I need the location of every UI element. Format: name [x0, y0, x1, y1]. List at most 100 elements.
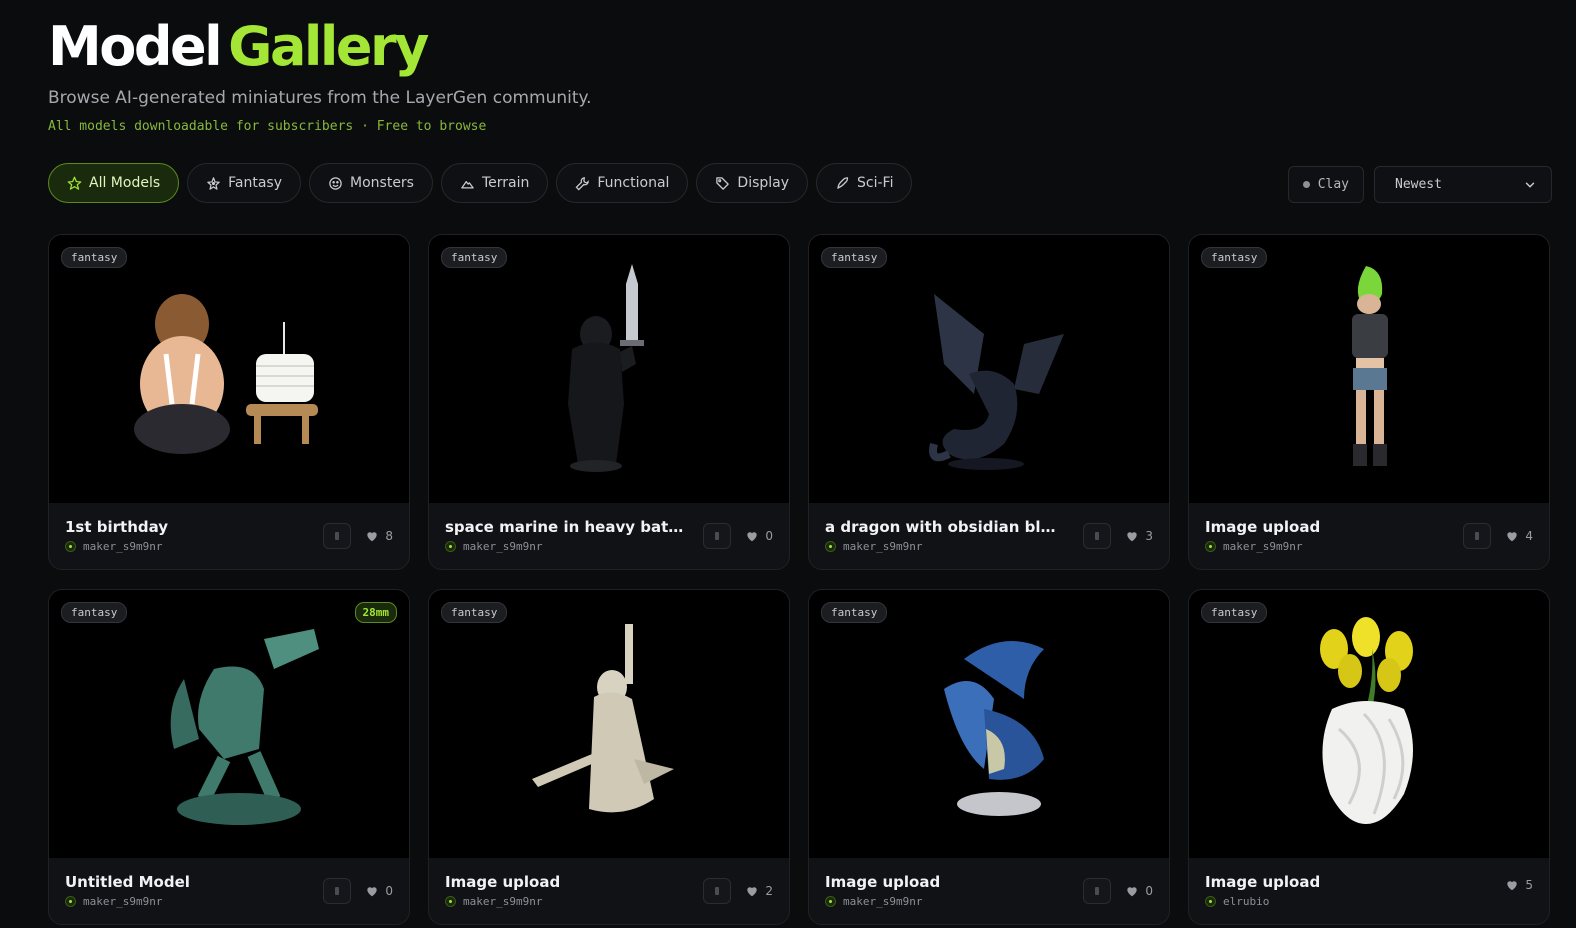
- filter-monsters[interactable]: Monsters: [309, 163, 433, 203]
- model-actions: 0: [1083, 878, 1153, 904]
- page-title-part1: Model: [48, 15, 223, 78]
- model-thumbnail[interactable]: fantasy: [1189, 235, 1549, 503]
- author-avatar: [1205, 896, 1216, 907]
- model-name[interactable]: space marine in heavy battle-wo...: [445, 518, 685, 536]
- filter-sci-fi[interactable]: Sci-Fi: [816, 163, 913, 203]
- like-button[interactable]: 0: [1125, 884, 1153, 898]
- hooded-sword-figure-image: [532, 624, 674, 813]
- birthday-figure-image: [134, 294, 318, 454]
- model-thumbnail[interactable]: fantasy: [809, 235, 1169, 503]
- filter-functional[interactable]: Functional: [556, 163, 689, 203]
- view-controls: Clay Newest: [1287, 166, 1552, 203]
- page-header: Model Gallery Browse AI-generated miniatu…: [48, 12, 592, 134]
- model-name[interactable]: Image upload: [1205, 873, 1445, 891]
- clay-toggle-button[interactable]: Clay: [1287, 166, 1364, 203]
- model-name[interactable]: Image upload: [1205, 518, 1445, 536]
- author-name: maker_s9m9nr: [1223, 540, 1303, 553]
- author-avatar: [825, 896, 836, 907]
- model-thumbnail[interactable]: fantasy: [809, 590, 1169, 858]
- sort-select[interactable]: Newest: [1374, 166, 1552, 203]
- page-subtitle: Browse AI-generated miniatures from the …: [48, 88, 592, 108]
- model-card[interactable]: fantasy a dragon with obsidian black sca…: [808, 234, 1170, 570]
- like-button[interactable]: 4: [1505, 529, 1533, 543]
- model-actions: 0: [323, 878, 393, 904]
- like-count: 0: [765, 529, 773, 543]
- heart-icon: [747, 532, 758, 542]
- download-icon: [335, 887, 340, 895]
- model-thumbnail[interactable]: fantasy 28mm: [49, 590, 409, 858]
- tag-icon: [716, 176, 730, 190]
- download-button[interactable]: [703, 523, 732, 549]
- author-name: maker_s9m9nr: [843, 540, 923, 553]
- filter-fantasy[interactable]: Fantasy: [187, 163, 302, 203]
- like-button[interactable]: 0: [365, 884, 393, 898]
- author-avatar: [65, 541, 76, 552]
- obsidian-dragon-figure-image: [929, 294, 1064, 470]
- heart-icon: [1507, 881, 1518, 891]
- author-avatar: [65, 896, 76, 907]
- model-name[interactable]: Image upload: [445, 873, 685, 891]
- model-thumbnail[interactable]: fantasy: [49, 235, 409, 503]
- author-name: elrubio: [1223, 895, 1270, 908]
- page-title-part2: Gallery: [228, 15, 429, 78]
- model-name[interactable]: a dragon with obsidian black sca...: [825, 518, 1065, 536]
- category-badge: fantasy: [1201, 247, 1268, 268]
- filter-label: Terrain: [481, 175, 530, 191]
- space-marine-figure-image: [568, 264, 644, 472]
- like-button[interactable]: 2: [745, 884, 773, 898]
- like-count: 5: [1525, 878, 1533, 892]
- like-button[interactable]: 5: [1505, 878, 1533, 892]
- category-badge: fantasy: [821, 602, 888, 623]
- model-name[interactable]: 1st birthday: [65, 518, 305, 536]
- download-button[interactable]: [1083, 878, 1112, 904]
- filter-all-models[interactable]: All Models: [48, 163, 180, 203]
- heart-icon: [747, 887, 758, 897]
- heart-icon: [1127, 532, 1138, 542]
- like-count: 8: [385, 529, 393, 543]
- model-thumbnail[interactable]: fantasy: [429, 235, 789, 503]
- model-thumbnail[interactable]: fantasy: [429, 590, 789, 858]
- mountain-icon: [461, 180, 474, 188]
- filter-label: Monsters: [350, 175, 414, 191]
- model-author[interactable]: elrubio: [1205, 895, 1533, 908]
- filter-display[interactable]: Display: [696, 163, 809, 203]
- model-card-info: Image upload maker_s9m9nr 0: [809, 858, 1169, 924]
- model-card[interactable]: fantasy space marine in heavy battle-wo.…: [428, 234, 790, 570]
- download-button[interactable]: [1083, 523, 1112, 549]
- download-button[interactable]: [703, 878, 732, 904]
- model-card[interactable]: fantasy 1st birthday maker_s9m9nr 8: [48, 234, 410, 570]
- warrior-statue-figure-image: [170, 629, 319, 825]
- rocket-icon: [837, 176, 849, 189]
- download-button[interactable]: [323, 878, 352, 904]
- filter-label: Functional: [597, 175, 670, 191]
- like-button[interactable]: 8: [365, 529, 393, 543]
- model-name[interactable]: Untitled Model: [65, 873, 305, 891]
- like-button[interactable]: 3: [1125, 529, 1153, 543]
- download-button[interactable]: [1463, 523, 1492, 549]
- model-card[interactable]: fantasy Image upload maker_s9m9nr: [808, 589, 1170, 925]
- model-card[interactable]: fantasy Image upload maker_s9m9nr: [428, 589, 790, 925]
- tulip-vase-figure-image: [1320, 617, 1413, 824]
- category-badge: fantasy: [441, 247, 508, 268]
- model-card[interactable]: fantasy Image upload maker_s9m9nr 4: [1188, 234, 1550, 570]
- author-name: maker_s9m9nr: [463, 540, 543, 553]
- category-badge: fantasy: [61, 247, 128, 268]
- model-card-info: Image upload elrubio 5: [1189, 858, 1549, 924]
- download-icon: [715, 532, 720, 540]
- download-button[interactable]: [323, 523, 352, 549]
- clay-label: Clay: [1317, 177, 1349, 192]
- model-thumbnail[interactable]: fantasy: [1189, 590, 1549, 858]
- filter-terrain[interactable]: Terrain: [440, 163, 549, 203]
- heart-icon: [367, 887, 378, 897]
- like-button[interactable]: 0: [745, 529, 773, 543]
- download-icon: [1095, 887, 1100, 895]
- model-card-info: space marine in heavy battle-wo... maker…: [429, 503, 789, 569]
- category-filter-bar: All Models Fantasy Monsters Terrain Func…: [48, 163, 913, 203]
- model-name[interactable]: Image upload: [825, 873, 1065, 891]
- category-badge: fantasy: [821, 247, 888, 268]
- like-count: 0: [385, 884, 393, 898]
- page-title: Model Gallery: [48, 12, 592, 82]
- model-card[interactable]: fantasy 28mm Untitled Model maker_s9m9nr: [48, 589, 410, 925]
- model-card[interactable]: fantasy Image upload elrubio 5: [1188, 589, 1550, 925]
- model-actions: 4: [1463, 523, 1533, 549]
